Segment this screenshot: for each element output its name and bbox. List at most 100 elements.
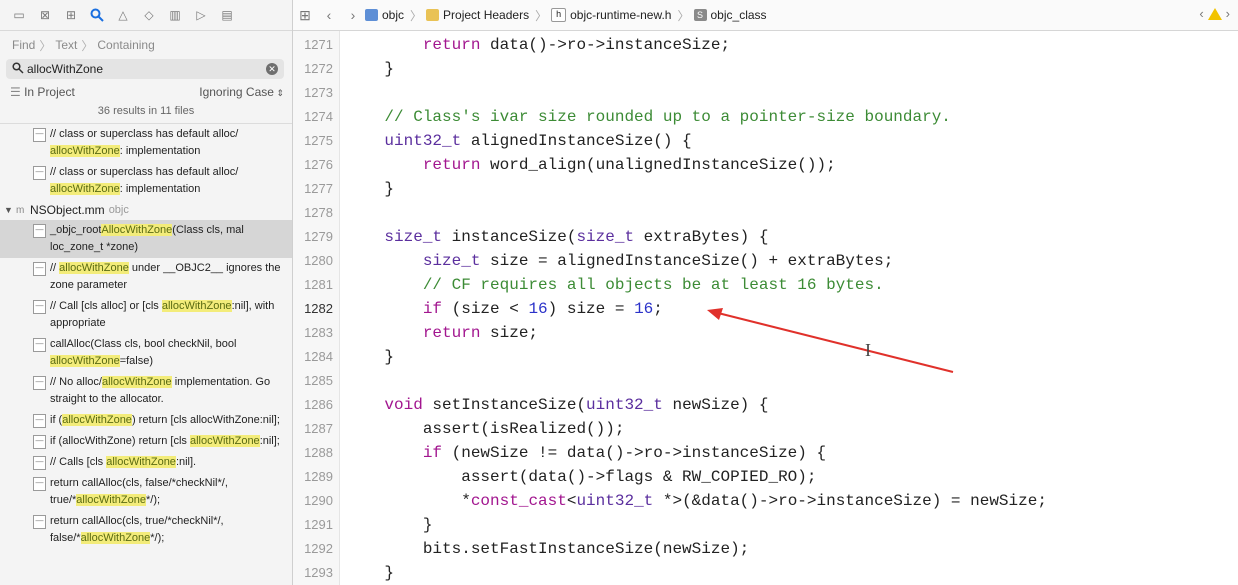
code-line[interactable]: 1293 } [293, 561, 1238, 585]
code-text: size_t size = alignedInstanceSize() + ex… [422, 252, 894, 270]
result-text: */); [146, 494, 161, 506]
code-line[interactable]: 1285 [293, 369, 1238, 393]
code-line[interactable]: 1291 } [293, 513, 1238, 537]
result-line-icon: — [33, 515, 46, 529]
line-number: 1288 [304, 445, 333, 460]
code-line[interactable]: 1274 // Class's ivar size rounded up to … [293, 105, 1238, 129]
report-icon[interactable]: ▤ [214, 4, 240, 26]
scope-row: ☰ In Project Ignoring Case ⇕ [0, 79, 292, 105]
search-result-item[interactable]: — // Calls [cls allocWithZone:nil]. [0, 452, 292, 473]
code-line[interactable]: 1286 void setInstanceSize(uint32_t newSi… [293, 393, 1238, 417]
header-file-icon: h [551, 8, 567, 22]
breadcrumb-symbol[interactable]: S objc_class [693, 8, 767, 22]
test-icon[interactable]: ◇ [136, 4, 162, 26]
result-text: // No alloc/ [50, 376, 102, 388]
previous-issue-button[interactable]: ‹ [1199, 6, 1203, 21]
search-input[interactable]: allocWithZone [27, 62, 103, 76]
find-mode[interactable]: Find [12, 38, 35, 52]
result-line-icon: — [33, 376, 46, 390]
search-result-item[interactable]: — // Call [cls alloc] or [cls allocWithZo… [0, 296, 292, 334]
code-line[interactable]: 1276 return word_align(unalignedInstance… [293, 153, 1238, 177]
code-line[interactable]: 1279 size_t instanceSize(size_t extraByt… [293, 225, 1238, 249]
match-highlight: allocWithZone [80, 532, 151, 544]
result-line-icon: — [33, 338, 46, 352]
folder-icon[interactable]: ▭ [6, 4, 32, 26]
file-group-row[interactable]: ▼ m NSObject.mm objc [0, 200, 292, 220]
debug-icon[interactable]: ▥ [162, 4, 188, 26]
line-number: 1271 [304, 37, 333, 52]
search-result-item[interactable]: — _objc_rootAllocWithZone(Class cls, mal … [0, 220, 292, 258]
search-result-item[interactable]: —// No alloc/allocWithZone implementatio… [0, 372, 292, 410]
code-text: uint32_t alignedInstanceSize() { [384, 132, 692, 150]
next-issue-button[interactable]: › [1226, 6, 1230, 21]
code-line[interactable]: 1271 return data()->ro->instanceSize; [293, 33, 1238, 57]
result-line-icon: — [33, 414, 46, 428]
grid-icon[interactable]: ⊞ [293, 7, 317, 24]
search-result-item[interactable]: — if (allocWithZone) return [cls allocWit… [0, 410, 292, 431]
scope-label: In Project [24, 85, 75, 99]
code-line[interactable]: 1288 if (newSize != data()->ro->instance… [293, 441, 1238, 465]
search-result-item[interactable]: — callAlloc(Class cls, bool checkNil, boo… [0, 334, 292, 372]
search-result-item[interactable]: — return callAlloc(cls, false/*checkNil*/… [0, 473, 292, 511]
line-number: 1277 [304, 181, 333, 196]
line-number: 1290 [304, 493, 333, 508]
code-line[interactable]: 1272 } [293, 57, 1238, 81]
line-number: 1291 [304, 517, 333, 532]
source-control-icon[interactable]: ⊠ [32, 4, 58, 26]
code-line[interactable]: 1278 [293, 201, 1238, 225]
match-highlight: allocWithZone [50, 183, 120, 195]
code-line[interactable]: 1273 [293, 81, 1238, 105]
warning-icon[interactable] [1207, 7, 1222, 20]
search-result-item[interactable]: — // class or superclass has default allo… [0, 162, 292, 200]
code-text: } [346, 348, 395, 366]
code-line[interactable]: 1283 return size; [293, 321, 1238, 345]
code-text: return data()->ro->instanceSize; [422, 36, 731, 54]
hierarchy-icon[interactable]: ⊞ [58, 4, 84, 26]
breadcrumb-project[interactable]: objc 〉 [365, 7, 422, 24]
code-line[interactable]: 1289 assert(data()->flags & RW_COPIED_RO… [293, 465, 1238, 489]
code-text: return size; [422, 324, 539, 342]
code-line[interactable]: 1281 // CF requires all objects be at le… [293, 273, 1238, 297]
disclosure-triangle-icon[interactable]: ▼ [4, 205, 16, 215]
breadcrumb-file[interactable]: h objc-runtime-new.h 〉 [551, 7, 690, 24]
search-result-item[interactable]: — return callAlloc(cls, true/*checkNil*/,… [0, 511, 292, 549]
search-result-item[interactable]: — // class or superclass has default allo… [0, 124, 292, 162]
forward-button[interactable]: › [341, 7, 365, 23]
file-name: NSObject.mm [30, 203, 105, 217]
result-text: : implementation [119, 183, 201, 195]
case-selector[interactable]: Ignoring Case ⇕ [199, 85, 284, 99]
result-text: // Calls [cls [50, 456, 107, 468]
code-line[interactable]: 1280 size_t size = alignedInstanceSize()… [293, 249, 1238, 273]
search-icon[interactable] [84, 4, 110, 26]
clear-search-icon[interactable]: ✕ [266, 63, 278, 75]
find-path[interactable]: Find 〉 Text 〉 Containing [0, 31, 292, 59]
scope-selector[interactable]: ☰ In Project [10, 85, 75, 99]
chevron-right-icon: 〉 [81, 38, 94, 53]
search-result-item[interactable]: — if (allocWithZone) return [cls allocWit… [0, 431, 292, 452]
mm-file-icon: m [16, 204, 25, 216]
warning-icon[interactable]: △ [110, 4, 136, 26]
breakpoint-icon[interactable]: ▷ [188, 4, 214, 26]
code-line[interactable]: 1287 assert(isRealized()); [293, 417, 1238, 441]
result-text: // class or superclass has default alloc… [50, 166, 239, 178]
code-line[interactable]: 1282 if (size < 16) size = 16; [293, 297, 1238, 321]
find-match[interactable]: Containing [97, 38, 154, 52]
result-text: :nil]; [259, 435, 280, 447]
code-line[interactable]: 1292 bits.setFastInstanceSize(newSize); [293, 537, 1238, 561]
code-line[interactable]: 1284 } [293, 345, 1238, 369]
struct-icon: S [693, 9, 707, 21]
line-number: 1278 [304, 205, 333, 220]
chevron-right-icon: 〉 [535, 8, 548, 23]
code-line[interactable]: 1290 *const_cast<uint32_t *>(&data()->ro… [293, 489, 1238, 513]
search-result-item[interactable]: —// allocWithZone under __OBJC2__ ignore… [0, 258, 292, 296]
source-editor[interactable]: 1271 return data()->ro->instanceSize; 127… [293, 31, 1238, 585]
result-line-icon: — [33, 477, 46, 491]
code-line[interactable]: 1277 } [293, 177, 1238, 201]
case-label: Ignoring Case [199, 85, 274, 99]
breadcrumb-group[interactable]: Project Headers 〉 [426, 7, 547, 24]
back-button[interactable]: ‹ [317, 7, 341, 23]
search-field[interactable]: allocWithZone ✕ [6, 59, 284, 79]
breadcrumb-label: objc_class [710, 8, 767, 22]
find-type[interactable]: Text [55, 38, 77, 52]
code-line[interactable]: 1275 uint32_t alignedInstanceSize() { [293, 129, 1238, 153]
